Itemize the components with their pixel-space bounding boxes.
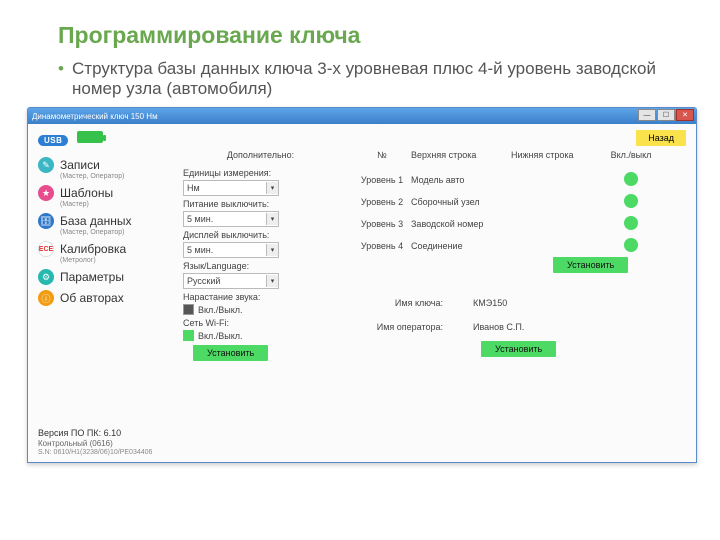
sidebar-item-params[interactable]: ⚙ Параметры <box>38 266 168 285</box>
hdr-sw: Вкл./выкл <box>601 150 661 160</box>
hdr-num: № <box>353 150 411 160</box>
usb-badge: USB <box>38 135 68 146</box>
chevron-down-icon: ▾ <box>266 213 278 225</box>
names-panel: Имя ключа: КМЭ150 Имя оператора: Иванов … <box>353 291 693 357</box>
wifi-label: Сеть Wi-Fi: <box>183 318 338 328</box>
poweroff-value: 5 мин. <box>187 214 213 224</box>
units-label: Единицы измерения: <box>183 168 338 178</box>
app-topbar: USB Назад <box>28 124 696 152</box>
serial-number: S.N: 0610/H1(3238/06)10/PE034406 <box>38 449 152 456</box>
version-line: Версия ПО ПК: 6.10 <box>38 428 152 438</box>
level-top: Заводской номер <box>411 219 511 229</box>
params-icon: ⚙ <box>38 269 54 285</box>
sidebar-item-templates[interactable]: ★ Шаблоны <box>38 182 168 201</box>
calibration-icon: ECE <box>38 241 54 257</box>
sidebar-role: (Мастер, Оператор) <box>38 229 168 238</box>
units-select[interactable]: Нм ▾ <box>183 180 279 196</box>
sidebar-item-about[interactable]: ⓘ Об авторах <box>38 287 168 306</box>
sidebar-item-calibration[interactable]: ECE Калибровка <box>38 238 168 257</box>
footer: Версия ПО ПК: 6.10 Контрольный (0616) S.… <box>38 428 152 456</box>
about-icon: ⓘ <box>38 290 54 306</box>
window-controls: — ☐ ✕ <box>638 109 694 121</box>
chk-text: Вкл./Выкл. <box>198 331 243 341</box>
slide-bullet: Структура базы данных ключа 3-х уровнева… <box>0 59 720 107</box>
level-top: Соединение <box>411 241 511 251</box>
chevron-down-icon: ▾ <box>266 244 278 256</box>
additional-panel: Дополнительно: Единицы измерения: Нм ▾ Пи… <box>183 150 338 361</box>
level-num: Уровень 1 <box>353 175 411 185</box>
additional-header: Дополнительно: <box>183 150 338 160</box>
sidebar-item-label: Записи <box>60 158 100 172</box>
window-titlebar: Динамометрический ключ 150 Нм — ☐ ✕ <box>28 108 696 124</box>
keyname-value: КМЭ150 <box>473 298 507 308</box>
level-row: Уровень 2 Сборочный узел <box>353 191 693 213</box>
minimize-button[interactable]: — <box>638 109 656 121</box>
operator-value: Иванов С.П. <box>473 322 524 332</box>
templates-icon: ★ <box>38 185 54 201</box>
level-toggle[interactable] <box>624 238 638 252</box>
operator-label: Имя оператора: <box>353 322 473 332</box>
back-button[interactable]: Назад <box>636 130 686 146</box>
names-set-button[interactable]: Установить <box>481 341 556 357</box>
units-value: Нм <box>187 183 200 193</box>
records-icon: ✎ <box>38 157 54 173</box>
displayoff-label: Дисплей выключить: <box>183 230 338 240</box>
poweroff-label: Питание выключить: <box>183 199 338 209</box>
level-top: Модель авто <box>411 175 511 185</box>
slide-title: Программирование ключа <box>0 0 720 59</box>
additional-set-button[interactable]: Установить <box>193 345 268 361</box>
window-title: Динамометрический ключ 150 Нм <box>32 112 158 121</box>
database-icon: 🗄 <box>38 213 54 229</box>
sidebar-item-label: Шаблоны <box>60 186 113 200</box>
sound-checkbox[interactable] <box>183 304 194 315</box>
battery-icon <box>77 131 103 143</box>
sidebar-item-label: Калибровка <box>60 242 126 256</box>
chk-text: Вкл./Выкл. <box>198 305 243 315</box>
maximize-button[interactable]: ☐ <box>657 109 675 121</box>
sidebar-role: (Мастер) <box>38 201 168 210</box>
lang-select[interactable]: Русский ▾ <box>183 273 279 289</box>
hdr-top: Верхняя строка <box>411 150 511 160</box>
level-num: Уровень 2 <box>353 197 411 207</box>
level-toggle[interactable] <box>624 194 638 208</box>
close-button[interactable]: ✕ <box>676 109 694 121</box>
level-top: Сборочный узел <box>411 197 511 207</box>
sidebar-role: (Мастер, Оператор) <box>38 173 168 182</box>
sidebar-item-records[interactable]: ✎ Записи <box>38 154 168 173</box>
chevron-down-icon: ▾ <box>266 275 278 287</box>
sound-label: Нарастание звука: <box>183 292 338 302</box>
levels-header: № Верхняя строка Нижняя строка Вкл./выкл <box>353 150 693 160</box>
level-toggle[interactable] <box>624 172 638 186</box>
keyname-label: Имя ключа: <box>353 298 473 308</box>
levels-panel: № Верхняя строка Нижняя строка Вкл./выкл… <box>353 150 693 357</box>
level-num: Уровень 4 <box>353 241 411 251</box>
sidebar-item-label: Об авторах <box>60 291 124 305</box>
level-num: Уровень 3 <box>353 219 411 229</box>
displayoff-value: 5 мин. <box>187 245 213 255</box>
level-row: Уровень 1 Модель авто <box>353 169 693 191</box>
chevron-down-icon: ▾ <box>266 182 278 194</box>
sidebar-item-label: База данных <box>60 214 131 228</box>
levels-set-button[interactable]: Установить <box>553 257 628 273</box>
sidebar-item-label: Параметры <box>60 270 124 284</box>
level-row: Уровень 4 Соединение <box>353 235 693 257</box>
wifi-checkbox[interactable] <box>183 330 194 341</box>
app-window: Динамометрический ключ 150 Нм — ☐ ✕ USB … <box>27 107 697 463</box>
hdr-bot: Нижняя строка <box>511 150 601 160</box>
sidebar-item-database[interactable]: 🗄 База данных <box>38 210 168 229</box>
level-row: Уровень 3 Заводской номер <box>353 213 693 235</box>
poweroff-select[interactable]: 5 мин. ▾ <box>183 211 279 227</box>
displayoff-select[interactable]: 5 мин. ▾ <box>183 242 279 258</box>
level-toggle[interactable] <box>624 216 638 230</box>
sidebar-role: (Метролог) <box>38 257 168 266</box>
lang-label: Язык/Language: <box>183 261 338 271</box>
version-sub: Контрольный (0616) <box>38 439 152 448</box>
sidebar: ✎ Записи (Мастер, Оператор) ★ Шаблоны (М… <box>38 154 168 306</box>
lang-value: Русский <box>187 276 220 286</box>
